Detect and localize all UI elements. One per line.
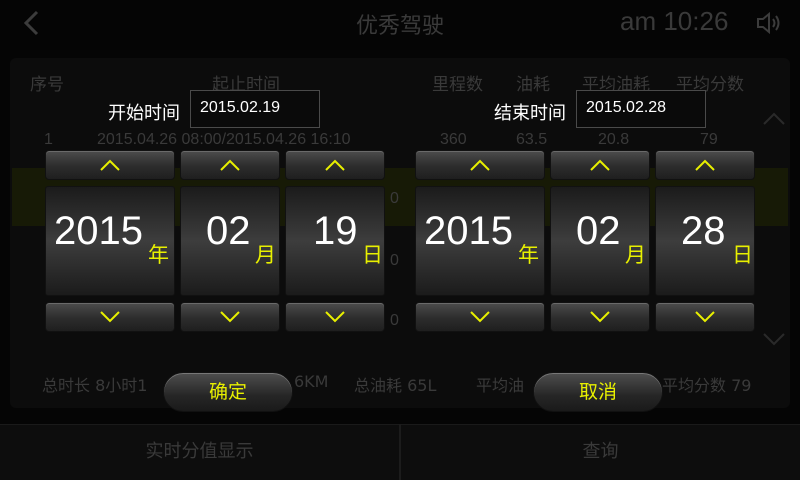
end-month-down-button[interactable] bbox=[550, 302, 650, 332]
cancel-button[interactable]: 取消 bbox=[533, 372, 663, 412]
end-month-up-button[interactable] bbox=[550, 150, 650, 180]
day-unit: 日 bbox=[732, 243, 753, 267]
start-month-roller[interactable]: 02 月 bbox=[180, 186, 280, 296]
start-month-up-button[interactable] bbox=[180, 150, 280, 180]
chevron-up-icon bbox=[325, 159, 345, 171]
end-year-up-button[interactable] bbox=[415, 150, 545, 180]
start-month-down-button[interactable] bbox=[180, 302, 280, 332]
month-unit: 月 bbox=[625, 243, 646, 267]
chevron-down-icon bbox=[695, 311, 715, 323]
end-month-value: 02 bbox=[576, 209, 621, 253]
end-date-field[interactable]: 2015.02.28 bbox=[576, 90, 706, 128]
end-time-label: 结束时间 bbox=[494, 103, 566, 124]
end-year-value: 2015 bbox=[424, 209, 513, 253]
month-unit: 月 bbox=[255, 243, 276, 267]
date-range-picker: 开始时间 2015.02.19 结束时间 2015.02.28 2015 年 0… bbox=[0, 0, 800, 480]
chevron-down-icon bbox=[325, 311, 345, 323]
start-day-roller[interactable]: 19 日 bbox=[285, 186, 385, 296]
end-day-up-button[interactable] bbox=[655, 150, 755, 180]
day-unit: 日 bbox=[362, 243, 383, 267]
confirm-button[interactable]: 确定 bbox=[163, 372, 293, 412]
start-day-up-button[interactable] bbox=[285, 150, 385, 180]
start-year-value: 2015 bbox=[54, 209, 143, 253]
end-month-roller[interactable]: 02 月 bbox=[550, 186, 650, 296]
end-year-roller[interactable]: 2015 年 bbox=[415, 186, 545, 296]
start-year-roller[interactable]: 2015 年 bbox=[45, 186, 175, 296]
chevron-down-icon bbox=[590, 311, 610, 323]
chevron-up-icon bbox=[220, 159, 240, 171]
end-day-roller[interactable]: 28 日 bbox=[655, 186, 755, 296]
start-day-down-button[interactable] bbox=[285, 302, 385, 332]
start-year-up-button[interactable] bbox=[45, 150, 175, 180]
start-day-value: 19 bbox=[313, 209, 358, 253]
chevron-down-icon bbox=[470, 311, 490, 323]
start-month-value: 02 bbox=[206, 209, 251, 253]
end-day-value: 28 bbox=[681, 209, 726, 253]
chevron-up-icon bbox=[470, 159, 490, 171]
end-day-down-button[interactable] bbox=[655, 302, 755, 332]
start-time-label: 开始时间 bbox=[108, 103, 180, 124]
chevron-down-icon bbox=[100, 311, 120, 323]
end-year-down-button[interactable] bbox=[415, 302, 545, 332]
start-year-down-button[interactable] bbox=[45, 302, 175, 332]
chevron-up-icon bbox=[695, 159, 715, 171]
start-date-field[interactable]: 2015.02.19 bbox=[190, 90, 320, 128]
year-unit: 年 bbox=[148, 243, 169, 267]
chevron-up-icon bbox=[100, 159, 120, 171]
chevron-up-icon bbox=[590, 159, 610, 171]
chevron-down-icon bbox=[220, 311, 240, 323]
year-unit: 年 bbox=[518, 243, 539, 267]
